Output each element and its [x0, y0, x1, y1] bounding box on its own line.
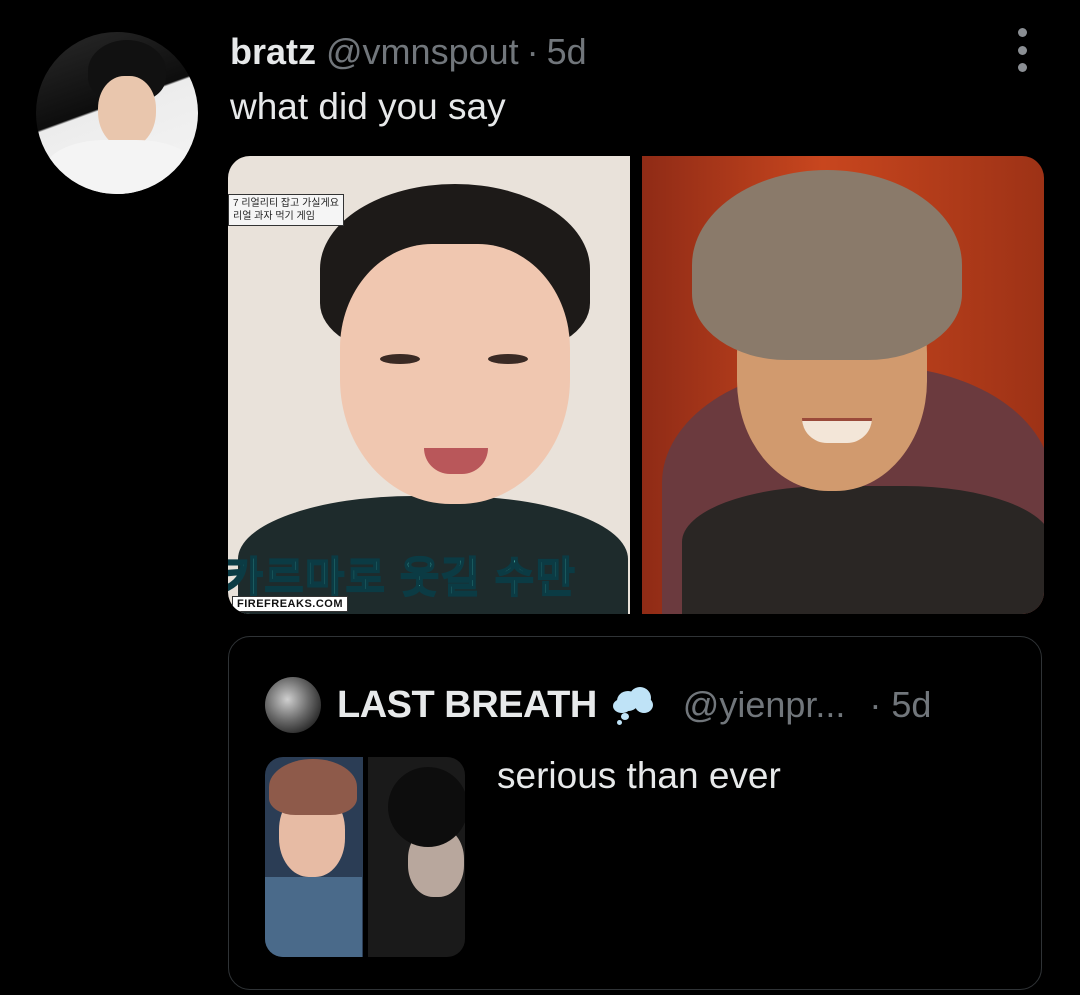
- profile-avatar[interactable]: [36, 32, 198, 194]
- quoted-photo-2: [367, 757, 465, 957]
- quoted-tweet[interactable]: LAST BREATH @yienpr... · 5d serious than e…: [228, 636, 1042, 990]
- tweet-meta: @vmnspout · 5d: [326, 31, 587, 73]
- more-options-icon[interactable]: [1010, 28, 1034, 72]
- media-photo-2[interactable]: [642, 156, 1044, 614]
- quoted-display-name[interactable]: LAST BREATH: [337, 684, 597, 727]
- media-photo-1[interactable]: 7 리얼리티 잡고 가실게요 리얼 과자 먹기 게임 카르마로 웃길 수만 FI…: [228, 156, 630, 614]
- timestamp[interactable]: 5d: [547, 31, 587, 72]
- display-name[interactable]: bratz: [230, 31, 316, 73]
- quoted-photo-1: [265, 757, 363, 957]
- quoted-tweet-header: LAST BREATH @yienpr... · 5d: [265, 677, 932, 733]
- quoted-timestamp[interactable]: 5d: [891, 684, 931, 725]
- quoted-tweet-text: serious than ever: [497, 755, 781, 796]
- quoted-tweet-meta: @yienpr... · 5d: [683, 684, 932, 726]
- tweet-text: what did you say: [230, 86, 506, 127]
- avatar-face: [98, 76, 156, 148]
- tweet-header: bratz @vmnspout · 5d: [230, 30, 587, 74]
- quoted-avatar[interactable]: [265, 677, 321, 733]
- photo-caption-line-1: 7 리얼리티 잡고 가실게요: [233, 198, 339, 209]
- tweet-media: 7 리얼리티 잡고 가실게요 리얼 과자 먹기 게임 카르마로 웃길 수만 FI…: [228, 156, 1044, 614]
- photo-watermark: FIREFREAKS.COM: [232, 596, 348, 612]
- photo-caption-line-2: 리얼 과자 먹기 게임: [233, 211, 315, 222]
- handle[interactable]: @vmnspout: [326, 31, 519, 72]
- quoted-handle[interactable]: @yienpr...: [683, 684, 846, 725]
- quoted-media[interactable]: [265, 757, 465, 957]
- separator-dot: ·: [526, 31, 539, 72]
- avatar-shirt: [46, 140, 196, 194]
- photo-caption: 7 리얼리티 잡고 가실게요 리얼 과자 먹기 게임: [228, 194, 344, 226]
- separator-dot: ·: [869, 684, 882, 725]
- thought-balloon-icon: [611, 685, 655, 725]
